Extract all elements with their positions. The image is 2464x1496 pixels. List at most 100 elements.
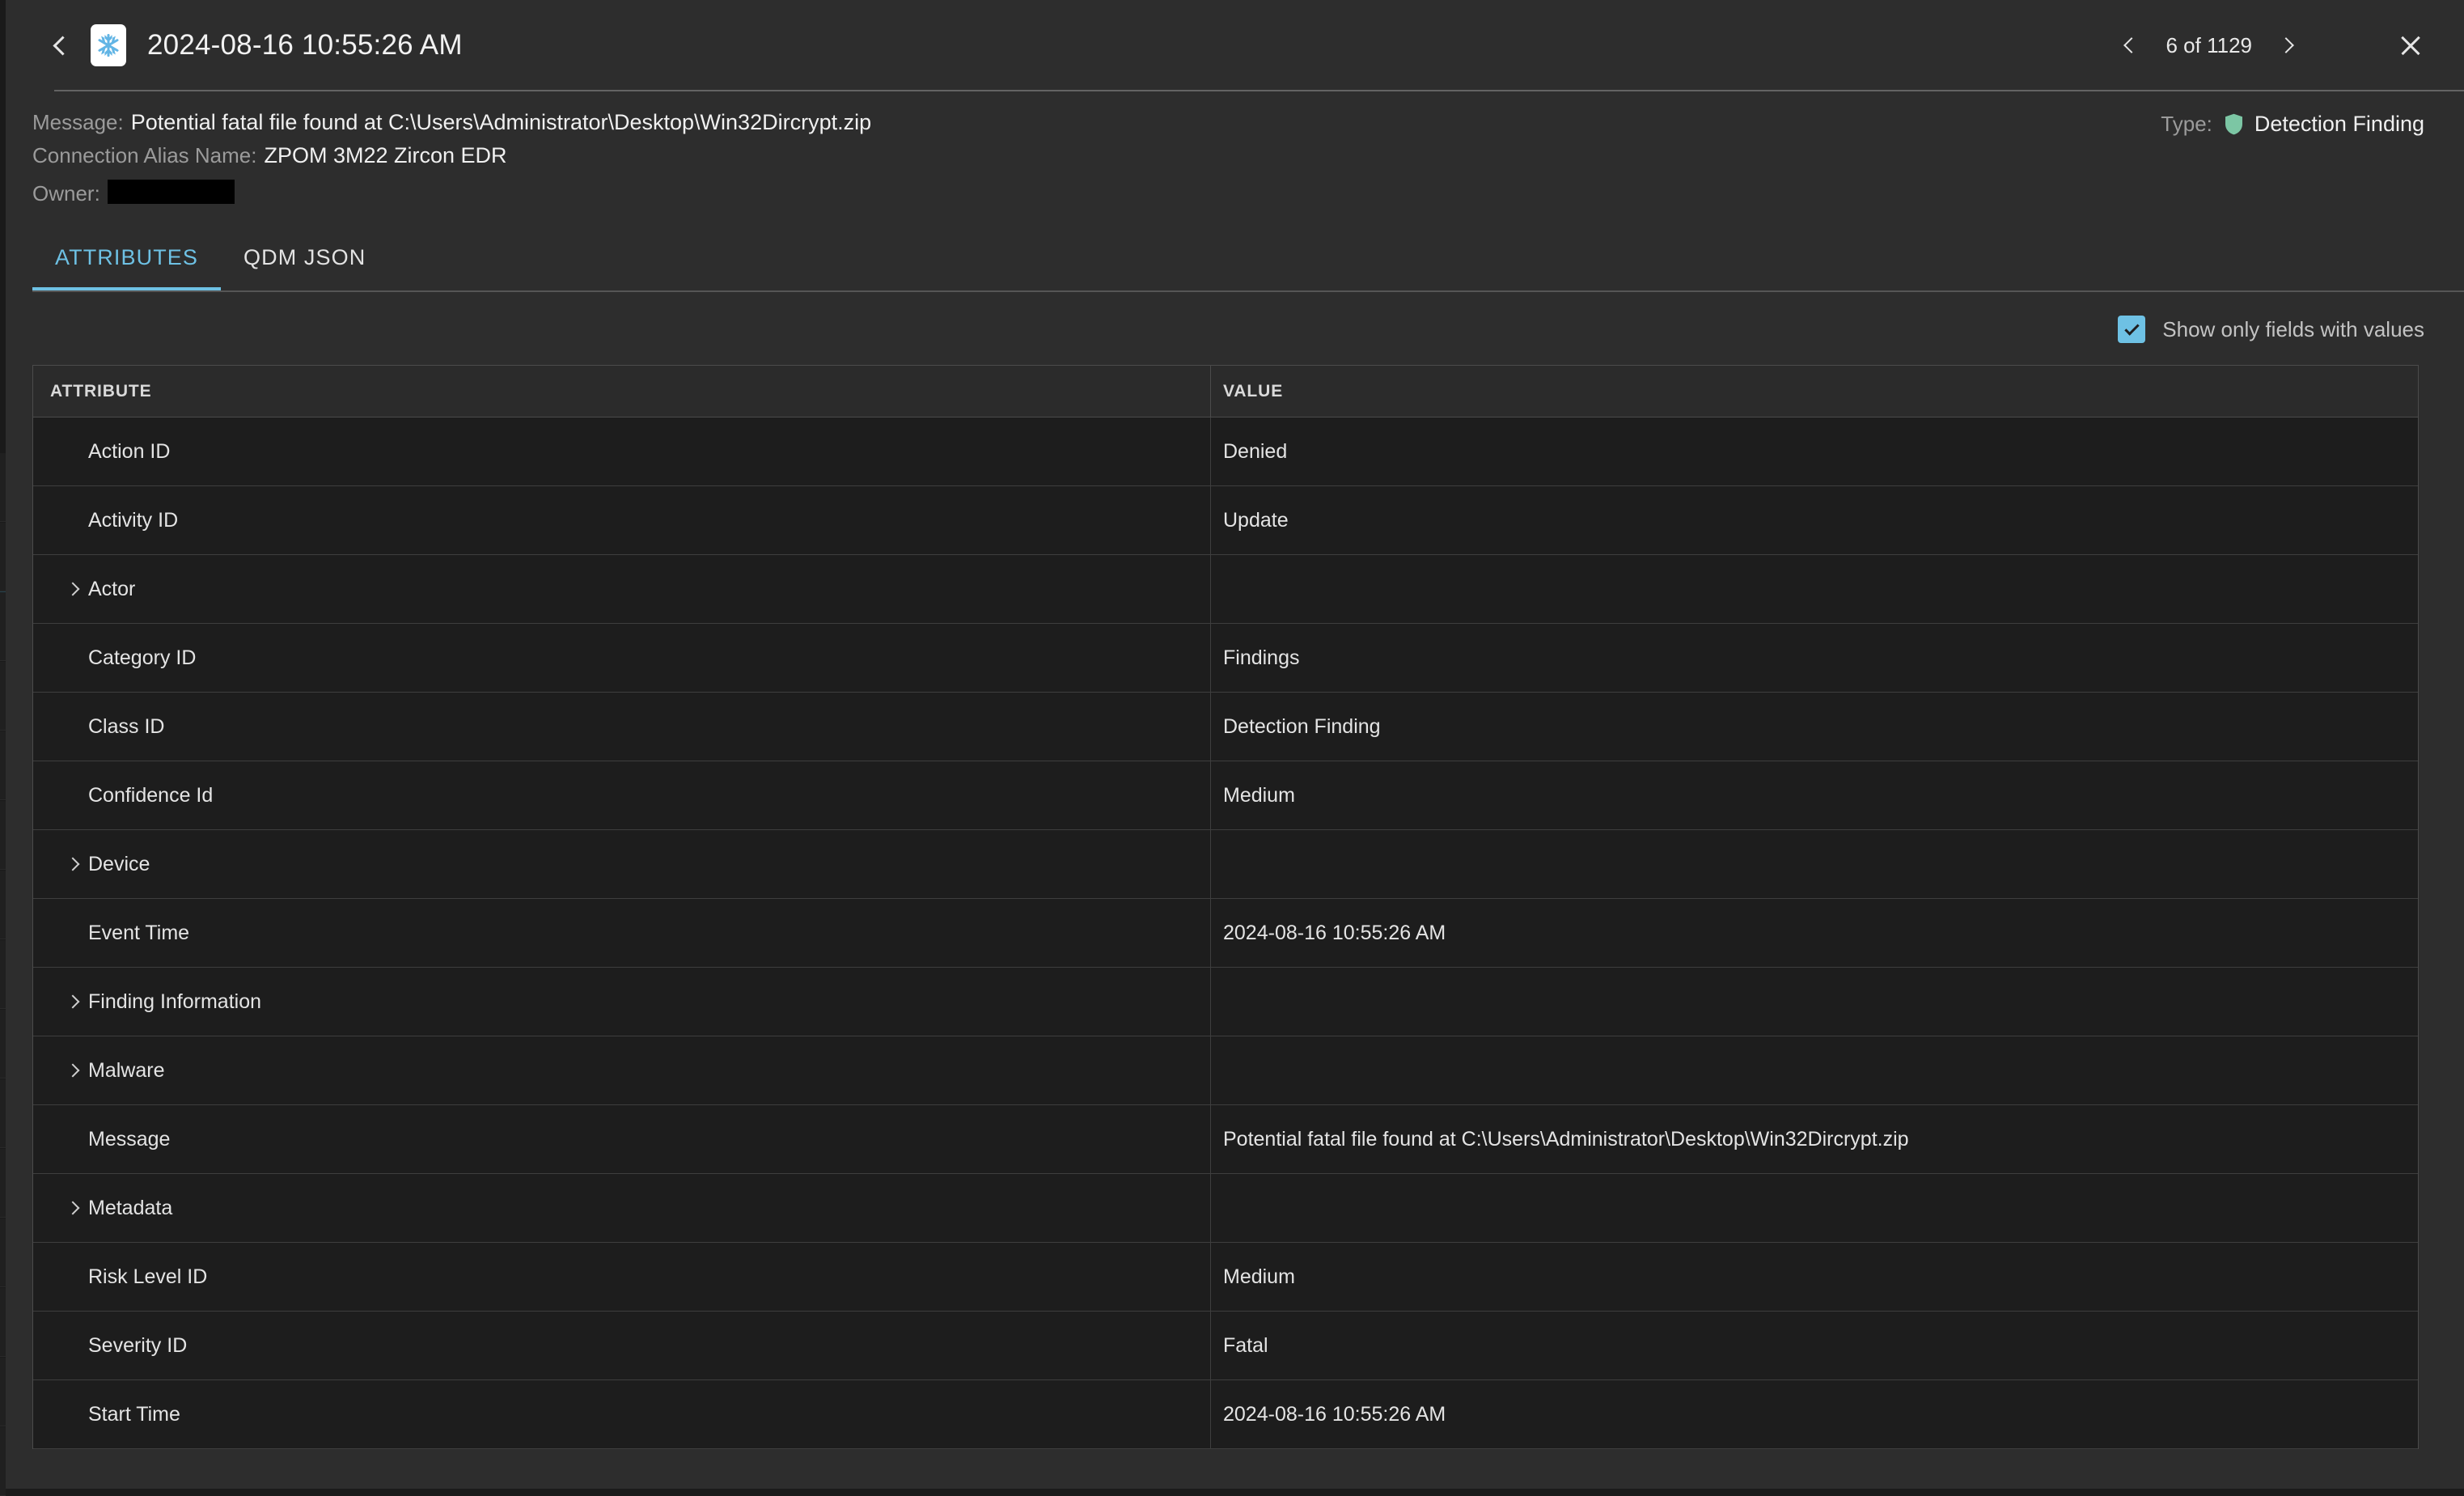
checkmark-icon: [2124, 320, 2140, 336]
type-value: Detection Finding: [2254, 112, 2424, 136]
attribute-value: Update: [1223, 508, 1289, 532]
table-row[interactable]: Severity ID Fatal: [33, 1312, 2418, 1380]
attributes-table: ATTRIBUTE VALUE Action ID Denied Activity …: [32, 365, 2419, 1449]
tab-attributes[interactable]: ATTRIBUTES: [32, 239, 222, 291]
attribute-value: 2024-08-16 10:55:26 AM: [1223, 921, 1446, 944]
modal-titlebar: 2024-08-16 10:55:26 AM 6 of 1129: [6, 0, 2464, 91]
attribute-name: Confidence Id: [88, 783, 214, 807]
expand-row-button[interactable]: [57, 1201, 88, 1215]
attribute-cell: Finding Information: [33, 968, 1211, 1036]
chevron-right-icon: [66, 1063, 80, 1078]
attribute-name: Event Time: [88, 921, 190, 944]
table-row[interactable]: Action ID Denied: [33, 417, 2418, 486]
filter-row: Show only fields with values: [6, 294, 2464, 365]
attribute-value: Detection Finding: [1223, 714, 1381, 738]
background-row: [0, 1010, 6, 1079]
chevron-left-icon: [52, 35, 73, 56]
attribute-name: Action ID: [88, 439, 171, 463]
table-row[interactable]: Class ID Detection Finding: [33, 693, 2418, 761]
attribute-cell: Metadata: [33, 1174, 1211, 1242]
table-row[interactable]: Confidence Id Medium: [33, 761, 2418, 830]
summary-connection-alias-label: Connection Alias Name:: [32, 143, 257, 167]
value-cell: Medium: [1211, 761, 2418, 829]
expand-row-button[interactable]: [57, 582, 88, 596]
background-row: [0, 662, 6, 731]
attribute-value: Fatal: [1223, 1333, 1268, 1357]
background-page-sliver: [0, 0, 6, 1496]
table-row[interactable]: Risk Level ID Medium: [33, 1243, 2418, 1312]
attribute-cell: Message: [33, 1105, 1211, 1173]
table-row[interactable]: Metadata: [33, 1174, 2418, 1243]
chevron-right-icon: [66, 1201, 80, 1215]
table-row[interactable]: Activity ID Update: [33, 486, 2418, 555]
pager-count-label: 6 of 1129: [2166, 32, 2252, 57]
attribute-name: Severity ID: [88, 1333, 188, 1357]
value-cell: Potential fatal file found at C:\Users\A…: [1211, 1105, 2418, 1173]
page-title: 2024-08-16 10:55:26 AM: [147, 29, 463, 61]
show-only-fields-with-values-label: Show only fields with values: [2162, 316, 2424, 341]
attribute-name: Category ID: [88, 646, 197, 669]
attribute-cell: Severity ID: [33, 1312, 1211, 1379]
summary-message-row: Message: Potential fatal file found at C…: [32, 110, 2464, 143]
background-row: [0, 523, 6, 591]
value-cell: Update: [1211, 486, 2418, 554]
summary-connection-alias-row: Connection Alias Name: ZPOM 3M22 Zircon …: [32, 143, 2464, 176]
background-row: [0, 453, 6, 522]
value-cell: Medium: [1211, 1243, 2418, 1311]
expand-row-button[interactable]: [57, 857, 88, 871]
table-row[interactable]: Event Time 2024-08-16 10:55:26 AM: [33, 899, 2418, 968]
background-row: [0, 1079, 6, 1148]
close-button[interactable]: [2394, 29, 2427, 61]
attribute-value: Findings: [1223, 646, 1300, 669]
show-only-fields-with-values-checkbox[interactable]: [2118, 316, 2146, 343]
background-row: [0, 871, 6, 939]
table-row[interactable]: Device: [33, 830, 2418, 899]
table-row[interactable]: Finding Information: [33, 968, 2418, 1036]
attribute-cell: Risk Level ID: [33, 1243, 1211, 1311]
chevron-right-icon: [66, 994, 80, 1009]
expand-row-button[interactable]: [57, 1063, 88, 1078]
previous-record-button[interactable]: [2115, 29, 2148, 61]
table-body: Action ID Denied Activity ID Update Actor Cat…: [33, 417, 2418, 1449]
value-cell: Findings: [1211, 624, 2418, 692]
back-button[interactable]: [45, 28, 79, 62]
table-row[interactable]: Category ID Findings: [33, 624, 2418, 693]
shield-icon: [2225, 113, 2243, 135]
value-cell: 2024-08-16 10:55:26 AM: [1211, 1380, 2418, 1448]
attribute-name: Malware: [88, 1058, 165, 1082]
attribute-name: Message: [88, 1127, 171, 1151]
table-row[interactable]: Message Potential fatal file found at C:\…: [33, 1105, 2418, 1174]
attribute-cell: Class ID: [33, 693, 1211, 761]
column-header-attribute: ATTRIBUTE: [33, 366, 1211, 417]
attribute-cell: Action ID: [33, 417, 1211, 485]
tab-qdm-json[interactable]: QDM JSON: [221, 239, 388, 291]
value-cell: [1211, 555, 2418, 623]
chevron-left-icon: [2123, 37, 2140, 53]
table-row[interactable]: Actor: [33, 555, 2418, 624]
chevron-right-icon: [66, 582, 80, 596]
value-cell: [1211, 830, 2418, 898]
attribute-cell: Category ID: [33, 624, 1211, 692]
attribute-name: Risk Level ID: [88, 1265, 208, 1288]
column-header-value: VALUE: [1223, 381, 1284, 400]
snowflake-logo-icon: [91, 24, 126, 66]
attribute-value: Denied: [1223, 439, 1288, 463]
attribute-name: Device: [88, 852, 150, 875]
attribute-name: Class ID: [88, 714, 165, 738]
table-row[interactable]: Start Time 2024-08-16 10:55:26 AM: [33, 1380, 2418, 1449]
table-header-row: ATTRIBUTE VALUE: [33, 366, 2418, 417]
value-cell: [1211, 1174, 2418, 1242]
value-cell: Fatal: [1211, 1312, 2418, 1379]
close-icon: [2398, 33, 2423, 57]
type-label: Type:: [2161, 112, 2212, 136]
next-record-button[interactable]: [2270, 29, 2302, 61]
value-cell: [1211, 968, 2418, 1036]
attribute-cell: Device: [33, 830, 1211, 898]
expand-row-button[interactable]: [57, 994, 88, 1009]
table-row[interactable]: Malware: [33, 1036, 2418, 1105]
attribute-cell: Actor: [33, 555, 1211, 623]
value-cell: Detection Finding: [1211, 693, 2418, 761]
summary-message-value: Potential fatal file found at C:\Users\A…: [130, 110, 872, 134]
record-detail-modal: 2024-08-16 10:55:26 AM 6 of 1129 Message…: [6, 0, 2464, 1489]
attribute-name: Metadata: [88, 1196, 173, 1219]
